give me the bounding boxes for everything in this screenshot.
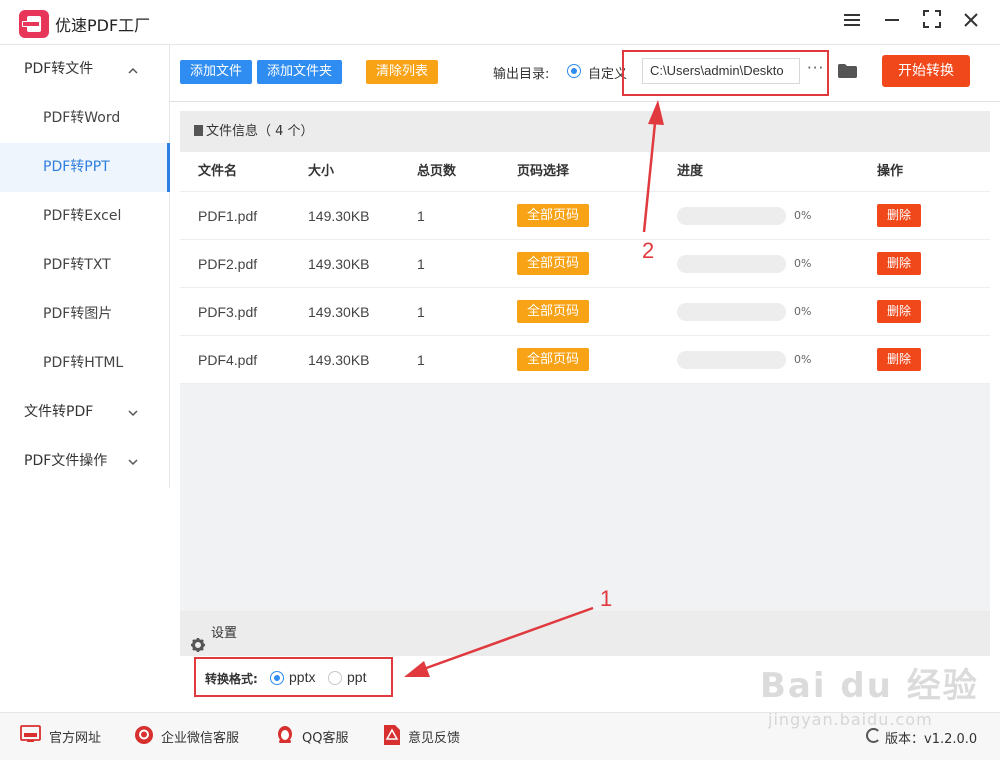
column-header-action: 操作 bbox=[877, 164, 904, 179]
delete-button[interactable]: 删除 bbox=[877, 300, 921, 323]
progress-text: 0% bbox=[794, 305, 812, 318]
website-icon bbox=[20, 725, 41, 745]
column-header-progress: 进度 bbox=[677, 164, 704, 179]
progress-text: 0% bbox=[794, 209, 812, 222]
page-count: 1 bbox=[417, 208, 425, 224]
settings-title: 设置 bbox=[211, 626, 238, 641]
progress-bar bbox=[677, 303, 786, 321]
app-logo-icon bbox=[19, 10, 49, 38]
progress-bar bbox=[677, 255, 786, 273]
column-header-pages: 总页数 bbox=[417, 164, 457, 179]
wechat-service-link[interactable]: 企业微信客服 bbox=[161, 727, 239, 746]
page-count: 1 bbox=[417, 304, 425, 320]
add-file-button[interactable]: 添加文件 bbox=[180, 60, 252, 84]
progress-text: 0% bbox=[794, 353, 812, 366]
title-bar: 优速PDF工厂 bbox=[0, 0, 1000, 45]
sidebar-group-pdf-to-file[interactable]: PDF转文件 bbox=[0, 45, 170, 94]
sidebar-group-label: 文件转PDF bbox=[24, 404, 94, 420]
watermark-brand: Bai du 经验 bbox=[760, 666, 979, 706]
file-name: PDF2.pdf bbox=[198, 256, 258, 272]
maximize-icon[interactable] bbox=[920, 10, 944, 34]
table-row: PDF3.pdf 149.30KB 1 全部页码 0% 删除 bbox=[180, 287, 990, 335]
chevron-up-icon bbox=[128, 45, 138, 94]
annotation-box-format bbox=[194, 657, 393, 697]
column-header-page-select: 页码选择 bbox=[517, 164, 570, 179]
folder-icon[interactable] bbox=[838, 64, 857, 78]
output-dir-label: 输出目录: bbox=[493, 67, 550, 82]
file-name: PDF3.pdf bbox=[198, 304, 258, 320]
page-select-button[interactable]: 全部页码 bbox=[517, 252, 589, 275]
sidebar-group-label: PDF文件操作 bbox=[24, 453, 108, 469]
wechat-icon bbox=[134, 725, 154, 745]
chevron-down-icon bbox=[128, 388, 138, 437]
delete-button[interactable]: 删除 bbox=[877, 204, 921, 227]
clear-list-button[interactable]: 清除列表 bbox=[366, 60, 438, 84]
chevron-down-icon bbox=[128, 437, 138, 486]
sidebar-item-pdf-to-image[interactable]: PDF转图片 bbox=[0, 290, 170, 339]
annotation-number-1: 1 bbox=[600, 586, 613, 611]
annotation-box-output-path bbox=[622, 50, 829, 96]
close-icon[interactable] bbox=[959, 10, 983, 34]
sidebar-group-pdf-operations[interactable]: PDF文件操作 bbox=[0, 437, 170, 486]
table-row: PDF2.pdf 149.30KB 1 全部页码 0% 删除 bbox=[180, 239, 990, 287]
watermark-url: jingyan.baidu.com bbox=[768, 710, 933, 729]
toolbar: 添加文件 添加文件夹 清除列表 输出目录: 自定义 C:\Users\admin… bbox=[170, 45, 1000, 102]
page-select-button[interactable]: 全部页码 bbox=[517, 300, 589, 323]
progress-text: 0% bbox=[794, 257, 812, 270]
minimize-icon[interactable] bbox=[880, 10, 904, 34]
feedback-link[interactable]: 意见反馈 bbox=[408, 727, 460, 746]
qq-service-link[interactable]: QQ客服 bbox=[302, 727, 348, 746]
sidebar-item-pdf-to-word[interactable]: PDF转Word bbox=[0, 94, 170, 143]
qq-icon bbox=[275, 725, 295, 745]
file-name: PDF1.pdf bbox=[198, 208, 258, 224]
table-row: PDF4.pdf 149.30KB 1 全部页码 0% 删除 bbox=[180, 335, 990, 384]
sidebar-group-label: PDF转文件 bbox=[24, 61, 94, 77]
website-link[interactable]: 官方网址 bbox=[49, 727, 101, 746]
file-icon bbox=[194, 125, 203, 136]
file-panel: 文件信息（ 4 个） 文件名 大小 总页数 页码选择 进度 操作 PDF1.pd… bbox=[180, 111, 990, 611]
menu-icon[interactable] bbox=[840, 10, 864, 34]
file-size: 149.30KB bbox=[308, 208, 370, 224]
page-count: 1 bbox=[417, 352, 425, 368]
delete-button[interactable]: 删除 bbox=[877, 348, 921, 371]
file-size: 149.30KB bbox=[308, 304, 370, 320]
file-size: 149.30KB bbox=[308, 256, 370, 272]
app-title: 优速PDF工厂 bbox=[55, 16, 151, 35]
page-select-button[interactable]: 全部页码 bbox=[517, 204, 589, 227]
page-count: 1 bbox=[417, 256, 425, 272]
start-convert-button[interactable]: 开始转换 bbox=[882, 55, 970, 87]
file-name: PDF4.pdf bbox=[198, 352, 258, 368]
feedback-icon bbox=[384, 725, 404, 745]
gear-icon bbox=[191, 626, 205, 652]
sidebar-item-pdf-to-txt[interactable]: PDF转TXT bbox=[0, 241, 170, 290]
sidebar-item-pdf-to-excel[interactable]: PDF转Excel bbox=[0, 192, 170, 241]
progress-bar bbox=[677, 351, 786, 369]
custom-dir-radio[interactable] bbox=[567, 64, 581, 78]
file-panel-title: 文件信息（ 4 个） bbox=[206, 124, 314, 139]
sidebar-item-pdf-to-html[interactable]: PDF转HTML bbox=[0, 339, 170, 388]
progress-bar bbox=[677, 207, 786, 225]
file-table: 文件名 大小 总页数 页码选择 进度 操作 PDF1.pdf 149.30KB … bbox=[180, 152, 990, 384]
delete-button[interactable]: 删除 bbox=[877, 252, 921, 275]
file-size: 149.30KB bbox=[308, 352, 370, 368]
page-select-button[interactable]: 全部页码 bbox=[517, 348, 589, 371]
column-header-size: 大小 bbox=[308, 164, 335, 179]
column-header-filename: 文件名 bbox=[198, 164, 238, 179]
table-row: PDF1.pdf 149.30KB 1 全部页码 0% 删除 bbox=[180, 191, 990, 239]
sidebar-group-file-to-pdf[interactable]: 文件转PDF bbox=[0, 388, 170, 437]
add-folder-button[interactable]: 添加文件夹 bbox=[257, 60, 342, 84]
file-panel-header: 文件信息（ 4 个） bbox=[180, 111, 990, 152]
baidu-watermark: Bai du 经验 jingyan.baidu.com bbox=[760, 650, 990, 740]
sidebar: PDF转文件 PDF转Word PDF转PPT PDF转Excel PDF转TX… bbox=[0, 45, 170, 488]
annotation-number-2: 2 bbox=[642, 238, 655, 263]
sidebar-item-pdf-to-ppt[interactable]: PDF转PPT bbox=[0, 143, 170, 192]
